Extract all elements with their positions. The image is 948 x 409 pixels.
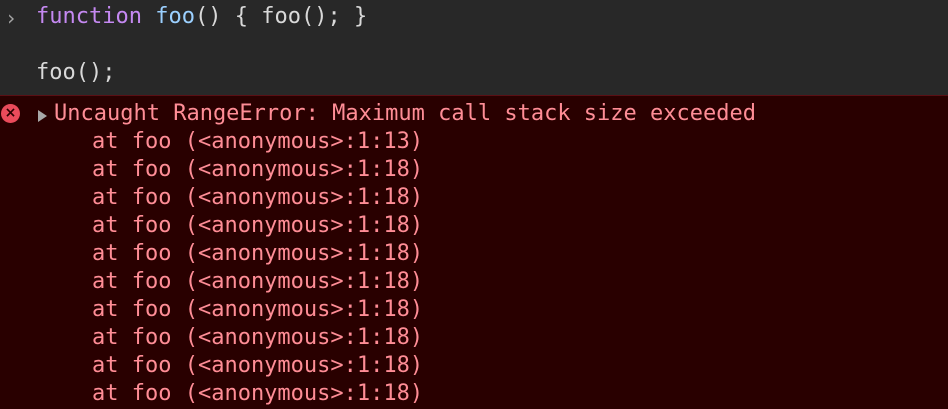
console-input-entry[interactable]: › function foo() { foo(); } foo(); bbox=[0, 0, 948, 95]
stack-frame[interactable]: at foo (<anonymous>:1:18) bbox=[92, 240, 423, 268]
function-body-open: { bbox=[221, 4, 262, 29]
code-line-invocation: foo(); bbox=[36, 60, 116, 85]
stack-frame[interactable]: at foo (<anonymous>:1:18) bbox=[92, 380, 423, 408]
keyword-function: function bbox=[36, 4, 142, 29]
triangle-right-icon[interactable] bbox=[38, 110, 47, 122]
stack-trace: at foo (<anonymous>:1:13) at foo (<anony… bbox=[92, 128, 423, 408]
code-line-function-definition: function foo() { foo(); } bbox=[36, 3, 367, 31]
recursive-call: foo(); bbox=[261, 4, 341, 29]
stack-frame[interactable]: at foo (<anonymous>:1:18) bbox=[92, 324, 423, 352]
console-error-message: × Uncaught RangeError: Maximum call stac… bbox=[0, 95, 948, 409]
devtools-console: › function foo() { foo(); } foo(); × Unc… bbox=[0, 0, 948, 409]
error-summary[interactable]: Uncaught RangeError: Maximum call stack … bbox=[54, 100, 756, 128]
chevron-right-icon: › bbox=[5, 6, 18, 30]
stack-frame[interactable]: at foo (<anonymous>:1:13) bbox=[92, 128, 423, 156]
function-name: foo bbox=[155, 4, 195, 29]
stack-frame[interactable]: at foo (<anonymous>:1:18) bbox=[92, 352, 423, 380]
function-parens: () bbox=[194, 4, 222, 29]
stack-frame[interactable]: at foo (<anonymous>:1:18) bbox=[92, 184, 423, 212]
stack-frame[interactable]: at foo (<anonymous>:1:18) bbox=[92, 212, 423, 240]
stack-frame[interactable]: at foo (<anonymous>:1:18) bbox=[92, 268, 423, 296]
error-x-icon: × bbox=[1, 104, 20, 123]
function-body-close: } bbox=[340, 4, 368, 29]
stack-frame[interactable]: at foo (<anonymous>:1:18) bbox=[92, 156, 423, 184]
stack-frame[interactable]: at foo (<anonymous>:1:18) bbox=[92, 296, 423, 324]
